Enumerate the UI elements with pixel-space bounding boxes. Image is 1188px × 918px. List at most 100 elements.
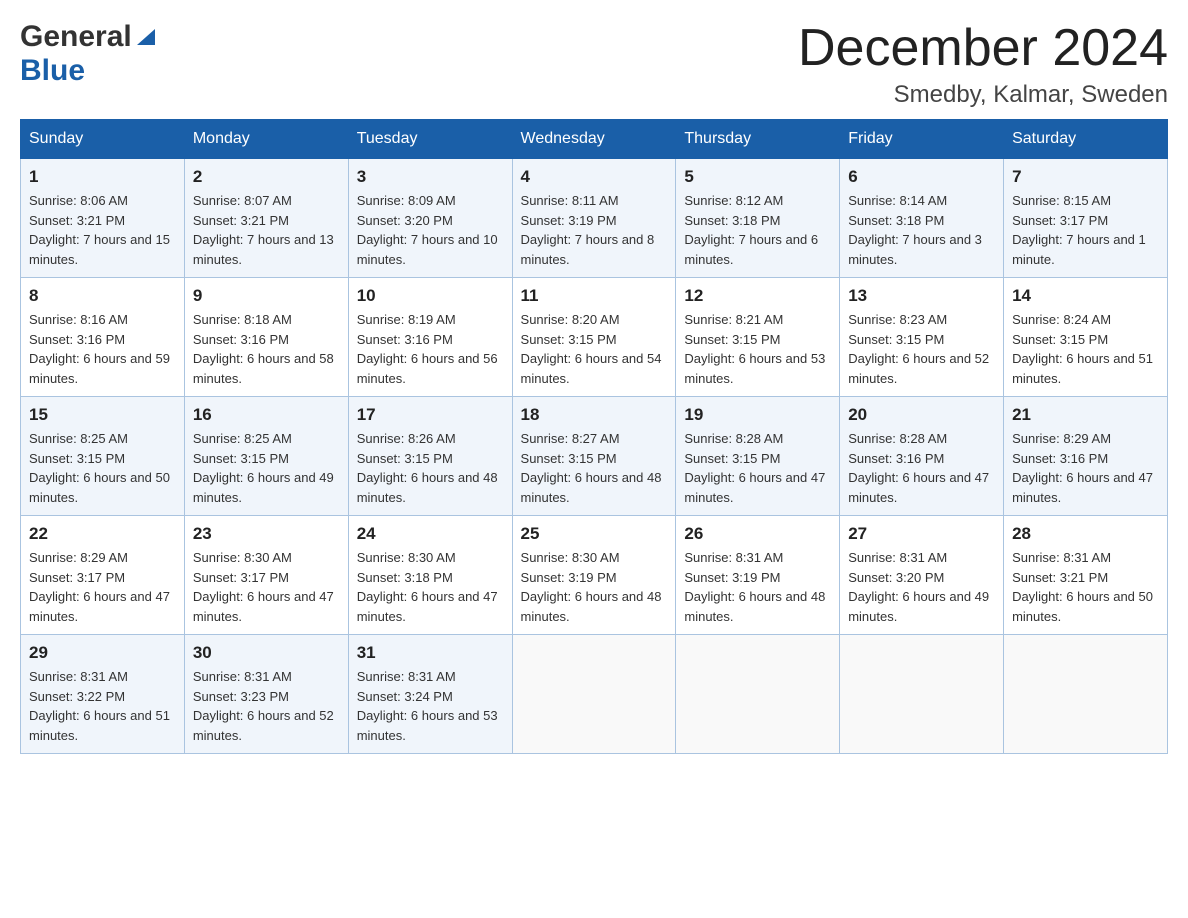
day-info: Sunrise: 8:29 AMSunset: 3:17 PMDaylight:… bbox=[29, 548, 176, 626]
calendar-week-row: 15Sunrise: 8:25 AMSunset: 3:15 PMDayligh… bbox=[21, 397, 1168, 516]
sunset-info: Sunset: 3:16 PM bbox=[848, 449, 995, 469]
day-number: 29 bbox=[29, 643, 176, 663]
day-number: 3 bbox=[357, 167, 504, 187]
sunrise-info: Sunrise: 8:31 AM bbox=[1012, 548, 1159, 568]
calendar-day-10: 10Sunrise: 8:19 AMSunset: 3:16 PMDayligh… bbox=[348, 278, 512, 397]
weekday-header-row: SundayMondayTuesdayWednesdayThursdayFrid… bbox=[21, 120, 1168, 159]
calendar-day-15: 15 Sunrise: 8:25 AMSunset: 3:15 PMDayligh… bbox=[21, 397, 185, 516]
sunrise-info: Sunrise: 8:31 AM bbox=[684, 548, 831, 568]
calendar-day-27: 27Sunrise: 8:31 AMSunset: 3:20 PMDayligh… bbox=[840, 516, 1004, 635]
calendar-day-8: 8Sunrise: 8:16 AMSunset: 3:16 PMDaylight… bbox=[21, 278, 185, 397]
calendar-day-16: 16Sunrise: 8:25 AMSunset: 3:15 PMDayligh… bbox=[184, 397, 348, 516]
day-info: Sunrise: 8:24 AMSunset: 3:15 PMDaylight:… bbox=[1012, 310, 1159, 388]
sunset-info: Sunset: 3:15 PM bbox=[684, 449, 831, 469]
calendar-day-23: 23Sunrise: 8:30 AMSunset: 3:17 PMDayligh… bbox=[184, 516, 348, 635]
sunrise-info: Sunrise: 8:30 AM bbox=[193, 548, 340, 568]
day-number: 24 bbox=[357, 524, 504, 544]
sunset-info: Sunset: 3:16 PM bbox=[29, 330, 176, 350]
logo-general-text: General bbox=[20, 20, 132, 54]
sunset-info: Sunset: 3:18 PM bbox=[848, 211, 995, 231]
calendar-day-3: 3Sunrise: 8:09 AMSunset: 3:20 PMDaylight… bbox=[348, 159, 512, 278]
calendar-empty-cell bbox=[512, 635, 676, 754]
sunrise-info: Sunrise: 8:27 AM bbox=[521, 429, 668, 449]
sunrise-info: Sunrise: 8:25 AM bbox=[29, 429, 176, 449]
calendar-empty-cell bbox=[1004, 635, 1168, 754]
sunrise-info: Sunrise: 8:07 AM bbox=[193, 191, 340, 211]
day-number: 11 bbox=[521, 286, 668, 306]
calendar-day-12: 12Sunrise: 8:21 AMSunset: 3:15 PMDayligh… bbox=[676, 278, 840, 397]
daylight-info: Daylight: 6 hours and 53 minutes. bbox=[684, 349, 831, 388]
sunset-info: Sunset: 3:20 PM bbox=[848, 568, 995, 588]
sunrise-info: Sunrise: 8:14 AM bbox=[848, 191, 995, 211]
sunset-info: Sunset: 3:15 PM bbox=[193, 449, 340, 469]
sunset-info: Sunset: 3:18 PM bbox=[357, 568, 504, 588]
calendar-week-row: 1Sunrise: 8:06 AMSunset: 3:21 PMDaylight… bbox=[21, 159, 1168, 278]
day-info: Sunrise: 8:30 AMSunset: 3:17 PMDaylight:… bbox=[193, 548, 340, 626]
daylight-info: Daylight: 6 hours and 59 minutes. bbox=[29, 349, 176, 388]
day-number: 31 bbox=[357, 643, 504, 663]
day-number: 10 bbox=[357, 286, 504, 306]
calendar-day-25: 25Sunrise: 8:30 AMSunset: 3:19 PMDayligh… bbox=[512, 516, 676, 635]
sunset-info: Sunset: 3:19 PM bbox=[521, 568, 668, 588]
day-number: 1 bbox=[29, 167, 176, 187]
day-number: 6 bbox=[848, 167, 995, 187]
day-number: 30 bbox=[193, 643, 340, 663]
sunrise-info: Sunrise: 8:31 AM bbox=[29, 667, 176, 687]
daylight-info: Daylight: 6 hours and 47 minutes. bbox=[29, 587, 176, 626]
calendar-week-row: 8Sunrise: 8:16 AMSunset: 3:16 PMDaylight… bbox=[21, 278, 1168, 397]
location-title: Smedby, Kalmar, Sweden bbox=[798, 81, 1168, 109]
day-number: 14 bbox=[1012, 286, 1159, 306]
calendar-day-4: 4Sunrise: 8:11 AMSunset: 3:19 PMDaylight… bbox=[512, 159, 676, 278]
calendar-day-13: 13Sunrise: 8:23 AMSunset: 3:15 PMDayligh… bbox=[840, 278, 1004, 397]
daylight-info: Daylight: 7 hours and 1 minute. bbox=[1012, 230, 1159, 269]
daylight-info: Daylight: 6 hours and 47 minutes. bbox=[684, 468, 831, 507]
day-number: 25 bbox=[521, 524, 668, 544]
sunset-info: Sunset: 3:23 PM bbox=[193, 687, 340, 707]
sunrise-info: Sunrise: 8:29 AM bbox=[29, 548, 176, 568]
day-number: 9 bbox=[193, 286, 340, 306]
sunrise-info: Sunrise: 8:25 AM bbox=[193, 429, 340, 449]
day-info: Sunrise: 8:31 AMSunset: 3:23 PMDaylight:… bbox=[193, 667, 340, 745]
daylight-info: Daylight: 7 hours and 6 minutes. bbox=[684, 230, 831, 269]
daylight-info: Daylight: 6 hours and 48 minutes. bbox=[357, 468, 504, 507]
calendar-table: SundayMondayTuesdayWednesdayThursdayFrid… bbox=[20, 119, 1168, 754]
daylight-info: Daylight: 6 hours and 47 minutes. bbox=[1012, 468, 1159, 507]
sunset-info: Sunset: 3:17 PM bbox=[1012, 211, 1159, 231]
sunset-info: Sunset: 3:21 PM bbox=[193, 211, 340, 231]
day-number: 21 bbox=[1012, 405, 1159, 425]
day-number: 17 bbox=[357, 405, 504, 425]
daylight-info: Daylight: 6 hours and 52 minutes. bbox=[848, 349, 995, 388]
daylight-info: Daylight: 6 hours and 48 minutes. bbox=[521, 468, 668, 507]
day-info: Sunrise: 8:06 AMSunset: 3:21 PMDaylight:… bbox=[29, 191, 176, 269]
sunset-info: Sunset: 3:15 PM bbox=[29, 449, 176, 469]
day-info: Sunrise: 8:21 AMSunset: 3:15 PMDaylight:… bbox=[684, 310, 831, 388]
weekday-header-thursday: Thursday bbox=[676, 120, 840, 159]
calendar-day-21: 21Sunrise: 8:29 AMSunset: 3:16 PMDayligh… bbox=[1004, 397, 1168, 516]
day-info: Sunrise: 8:20 AMSunset: 3:15 PMDaylight:… bbox=[521, 310, 668, 388]
daylight-info: Daylight: 6 hours and 58 minutes. bbox=[193, 349, 340, 388]
weekday-header-wednesday: Wednesday bbox=[512, 120, 676, 159]
sunset-info: Sunset: 3:21 PM bbox=[29, 211, 176, 231]
daylight-info: Daylight: 7 hours and 10 minutes. bbox=[357, 230, 504, 269]
calendar-day-31: 31Sunrise: 8:31 AMSunset: 3:24 PMDayligh… bbox=[348, 635, 512, 754]
day-number: 13 bbox=[848, 286, 995, 306]
sunset-info: Sunset: 3:15 PM bbox=[521, 330, 668, 350]
sunset-info: Sunset: 3:19 PM bbox=[521, 211, 668, 231]
day-number: 15 bbox=[29, 405, 176, 425]
day-number: 16 bbox=[193, 405, 340, 425]
weekday-header-tuesday: Tuesday bbox=[348, 120, 512, 159]
weekday-header-saturday: Saturday bbox=[1004, 120, 1168, 159]
daylight-info: Daylight: 6 hours and 54 minutes. bbox=[521, 349, 668, 388]
sunset-info: Sunset: 3:18 PM bbox=[684, 211, 831, 231]
sunset-info: Sunset: 3:15 PM bbox=[357, 449, 504, 469]
sunset-info: Sunset: 3:15 PM bbox=[684, 330, 831, 350]
day-number: 5 bbox=[684, 167, 831, 187]
daylight-info: Daylight: 6 hours and 50 minutes. bbox=[29, 468, 176, 507]
weekday-header-sunday: Sunday bbox=[21, 120, 185, 159]
sunrise-info: Sunrise: 8:06 AM bbox=[29, 191, 176, 211]
day-number: 28 bbox=[1012, 524, 1159, 544]
calendar-week-row: 29Sunrise: 8:31 AMSunset: 3:22 PMDayligh… bbox=[21, 635, 1168, 754]
daylight-info: Daylight: 6 hours and 56 minutes. bbox=[357, 349, 504, 388]
day-info: Sunrise: 8:30 AMSunset: 3:18 PMDaylight:… bbox=[357, 548, 504, 626]
calendar-day-5: 5Sunrise: 8:12 AMSunset: 3:18 PMDaylight… bbox=[676, 159, 840, 278]
